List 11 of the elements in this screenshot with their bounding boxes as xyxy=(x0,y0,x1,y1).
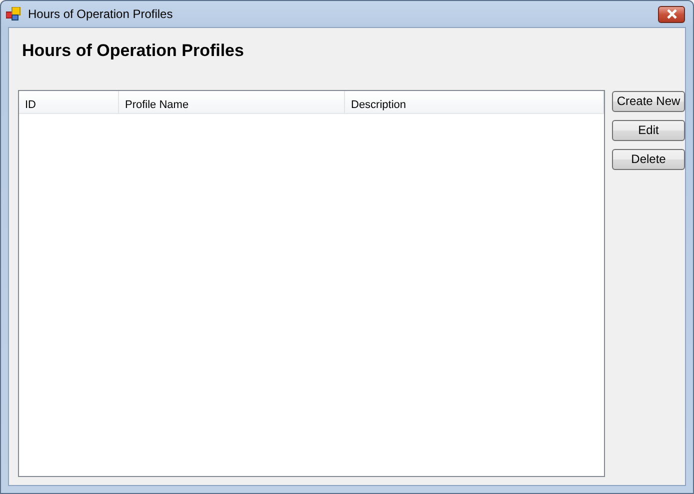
close-button[interactable] xyxy=(658,6,685,22)
action-button[interactable]: Create New xyxy=(612,90,685,112)
page-heading: Hours of Operation Profiles xyxy=(22,40,245,62)
column-header[interactable]: ID xyxy=(19,90,119,112)
column-header[interactable]: Description xyxy=(345,90,604,112)
column-header[interactable]: Profile Name xyxy=(119,90,345,112)
action-button[interactable]: Edit xyxy=(612,120,685,140)
close-icon xyxy=(666,9,678,19)
app-icon xyxy=(6,7,22,21)
action-button[interactable]: Delete xyxy=(612,148,685,170)
window-title: Hours of Operation Profiles xyxy=(28,6,174,23)
